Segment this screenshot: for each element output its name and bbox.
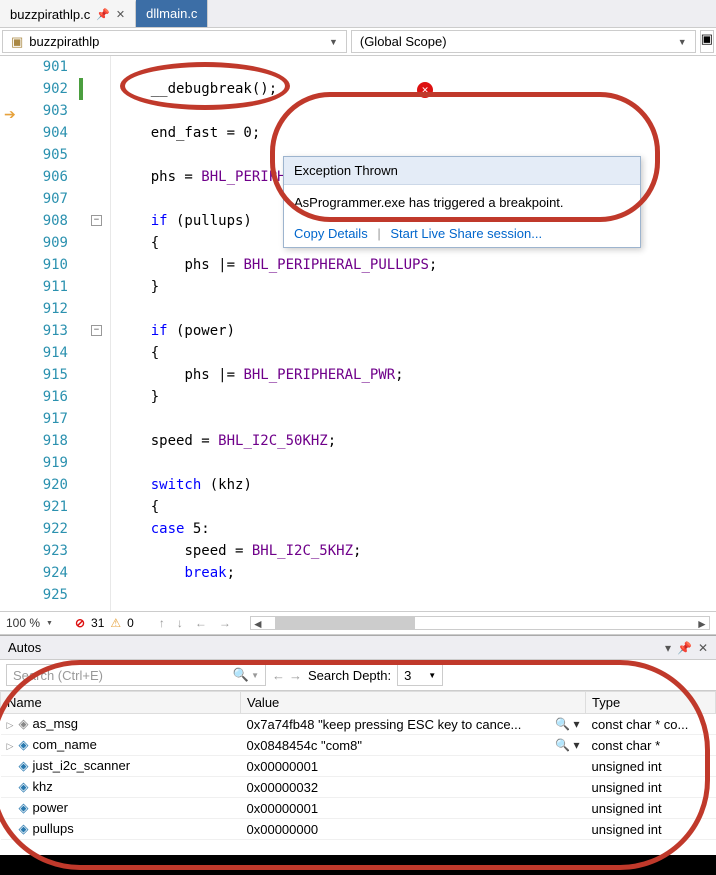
close-icon[interactable]: ✕	[698, 641, 708, 655]
autos-search[interactable]: Search (Ctrl+E) 🔍 ▼	[6, 664, 266, 686]
scope-function-selector[interactable]: (Global Scope) ▼	[351, 30, 696, 53]
var-value: 0x00000001	[241, 756, 586, 777]
var-name: ▷◈com_name	[1, 735, 241, 756]
pin-icon[interactable]: 📌	[96, 8, 110, 21]
var-name: ◈power	[1, 798, 241, 819]
var-type: const char *	[586, 735, 716, 756]
scope-function-label: (Global Scope)	[360, 34, 447, 49]
tab-label: buzzpirathlp.c	[10, 7, 90, 22]
editor-statusbar: 100 % ▼ ⊘ 31 ⚠ 0 ↑ ↓ ← → ◄ ►	[0, 611, 716, 635]
line-numbers: 901902903 904905906 907908909 910911912 …	[18, 56, 76, 611]
var-value: 0x00000001	[241, 798, 586, 819]
var-type: unsigned int	[586, 798, 716, 819]
chevron-down-icon[interactable]: ▼	[251, 671, 259, 680]
nav-left-icon[interactable]: ←	[195, 616, 207, 630]
autos-table: Name Value Type ▷◈as_msg0x7a74fb48 "keep…	[0, 691, 716, 840]
search-depth-select[interactable]: 3 ▼	[397, 664, 443, 686]
chevron-down-icon: ▼	[428, 671, 436, 680]
var-name: ▷◈as_msg	[1, 714, 241, 735]
scope-file-selector[interactable]: ▣ buzzpirathlp ▼	[2, 30, 347, 53]
fold-icon[interactable]: −	[91, 215, 102, 226]
warning-count: 0	[127, 616, 134, 630]
table-row[interactable]: ◈pullups0x00000000unsigned int	[1, 819, 716, 840]
change-bar	[76, 56, 88, 611]
table-row[interactable]: ▷◈as_msg0x7a74fb48 "keep pressing ESC ke…	[1, 714, 716, 735]
error-badge-icon: ✕	[417, 82, 433, 98]
fold-column: − −	[88, 56, 110, 611]
prev-icon[interactable]: ←	[272, 668, 285, 683]
error-count: 31	[91, 616, 104, 630]
warning-count-icon[interactable]: ⚠	[110, 616, 121, 630]
var-value: 0x00000032	[241, 777, 586, 798]
table-row[interactable]: ◈just_i2c_scanner0x00000001unsigned int	[1, 756, 716, 777]
var-type: unsigned int	[586, 819, 716, 840]
var-value: 0x7a74fb48 "keep pressing ESC key to can…	[241, 714, 586, 735]
scope-extra-icon[interactable]: ▣	[700, 30, 714, 53]
col-name[interactable]: Name	[1, 692, 241, 714]
exception-popup: Exception Thrown AsProgrammer.exe has tr…	[283, 156, 641, 248]
search-icon[interactable]: 🔍	[233, 667, 249, 683]
chevron-down-icon[interactable]: ▼	[46, 620, 53, 627]
exception-message: AsProgrammer.exe has triggered a breakpo…	[284, 185, 640, 220]
scope-bar: ▣ buzzpirathlp ▼ (Global Scope) ▼ ▣	[0, 28, 716, 56]
copy-details-link[interactable]: Copy Details	[294, 226, 368, 241]
var-type: unsigned int	[586, 756, 716, 777]
var-name: ◈just_i2c_scanner	[1, 756, 241, 777]
autos-header: Autos ▾ 📌 ✕	[0, 636, 716, 660]
tab-buzzpirathlp[interactable]: buzzpirathlp.c 📌 ✕	[0, 0, 136, 27]
scope-file-label: buzzpirathlp	[29, 34, 99, 49]
var-value: 0x00000000	[241, 819, 586, 840]
search-placeholder: Search (Ctrl+E)	[13, 668, 103, 683]
zoom-level[interactable]: 100 %	[6, 616, 40, 630]
table-row[interactable]: ▷◈com_name0x0848454c "com8"🔍 ▾const char…	[1, 735, 716, 756]
next-icon[interactable]: →	[289, 668, 302, 683]
col-type[interactable]: Type	[586, 692, 716, 714]
live-share-link[interactable]: Start Live Share session...	[390, 226, 542, 241]
table-row[interactable]: ◈power0x00000001unsigned int	[1, 798, 716, 819]
current-line-arrow-icon: ➔	[4, 106, 16, 123]
exception-links: Copy Details | Start Live Share session.…	[284, 220, 640, 247]
code-area[interactable]: __debugbreak(); end_fast = 0; phs = BHL_…	[111, 56, 716, 611]
var-name: ◈pullups	[1, 819, 241, 840]
error-count-icon[interactable]: ⊘	[75, 616, 85, 630]
code-editor: ➔ 901902903 904905906 907908909 91091191…	[0, 56, 716, 611]
var-name: ◈khz	[1, 777, 241, 798]
nav-up-icon[interactable]: ↑	[159, 616, 165, 630]
close-icon[interactable]: ✕	[116, 8, 125, 21]
exception-title: Exception Thrown	[284, 157, 640, 185]
fold-icon[interactable]: −	[91, 325, 102, 336]
dropdown-icon[interactable]: ▾	[665, 641, 671, 655]
chevron-down-icon: ▼	[329, 37, 338, 47]
autos-panel: Autos ▾ 📌 ✕ Search (Ctrl+E) 🔍 ▼ ← → Sear…	[0, 635, 716, 840]
autos-title: Autos	[8, 640, 665, 655]
tab-dllmain[interactable]: dllmain.c	[136, 0, 208, 27]
nav-right-icon[interactable]: →	[219, 616, 231, 630]
module-icon: ▣	[11, 34, 23, 50]
var-type: const char * co...	[586, 714, 716, 735]
pin-icon[interactable]: 📌	[677, 641, 692, 655]
col-value[interactable]: Value	[241, 692, 586, 714]
nav-down-icon[interactable]: ↓	[177, 616, 183, 630]
chevron-down-icon: ▼	[678, 37, 687, 47]
var-value: 0x0848454c "com8"🔍 ▾	[241, 735, 586, 756]
tab-label: dllmain.c	[146, 6, 197, 21]
search-depth-label: Search Depth:	[308, 668, 391, 683]
editor-tabs: buzzpirathlp.c 📌 ✕ dllmain.c	[0, 0, 716, 28]
search-nav: ← →	[272, 668, 302, 683]
autos-toolbar: Search (Ctrl+E) 🔍 ▼ ← → Search Depth: 3 …	[0, 660, 716, 691]
horizontal-scrollbar[interactable]: ◄ ►	[250, 616, 710, 630]
table-row[interactable]: ◈khz0x00000032unsigned int	[1, 777, 716, 798]
var-type: unsigned int	[586, 777, 716, 798]
